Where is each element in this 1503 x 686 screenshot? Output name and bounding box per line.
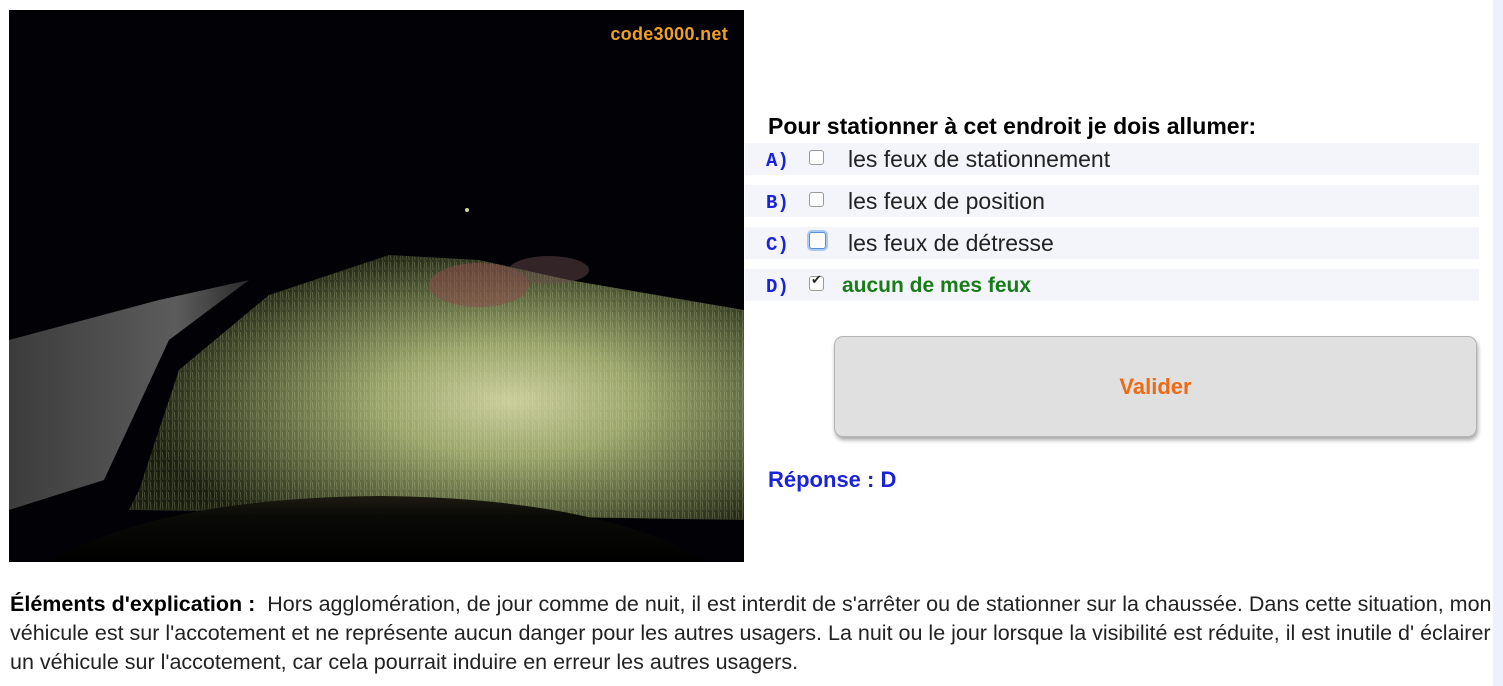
option-letter: C) [766, 234, 789, 256]
option-c[interactable]: C) les feux de détresse [745, 227, 1479, 259]
option-d[interactable]: D) ✔ aucun de mes feux [745, 269, 1479, 301]
watermark-logo: code3000.net [610, 24, 728, 44]
option-checkbox[interactable] [809, 232, 826, 249]
night-scene-image [9, 10, 744, 562]
option-checkbox[interactable] [809, 192, 824, 207]
option-letter: D) [766, 276, 789, 298]
validate-button[interactable]: Valider [834, 336, 1477, 437]
option-label: les feux de stationnement [848, 146, 1111, 172]
option-a[interactable]: A) les feux de stationnement [745, 143, 1479, 175]
option-label: les feux de détresse [848, 230, 1054, 256]
night-road-photo: code3000.net [9, 10, 744, 562]
option-b[interactable]: B) les feux de position [745, 185, 1479, 217]
option-letter: A) [766, 150, 789, 172]
explanation-heading: Éléments d'explication : [10, 592, 256, 616]
scrollbar-track[interactable] [1493, 0, 1503, 686]
answer-text: Réponse : D [768, 467, 897, 492]
option-checkbox[interactable] [809, 150, 824, 165]
option-letter: B) [766, 192, 789, 214]
question-text: Pour stationner à cet endroit je dois al… [768, 113, 1257, 139]
option-label-correct: aucun de mes feux [842, 274, 1032, 297]
option-checkbox[interactable]: ✔ [809, 273, 824, 291]
explanation-paragraph: Éléments d'explication : Hors agglomérat… [10, 590, 1495, 677]
option-label: les feux de position [848, 188, 1045, 214]
checkmark-icon: ✔ [811, 273, 822, 288]
